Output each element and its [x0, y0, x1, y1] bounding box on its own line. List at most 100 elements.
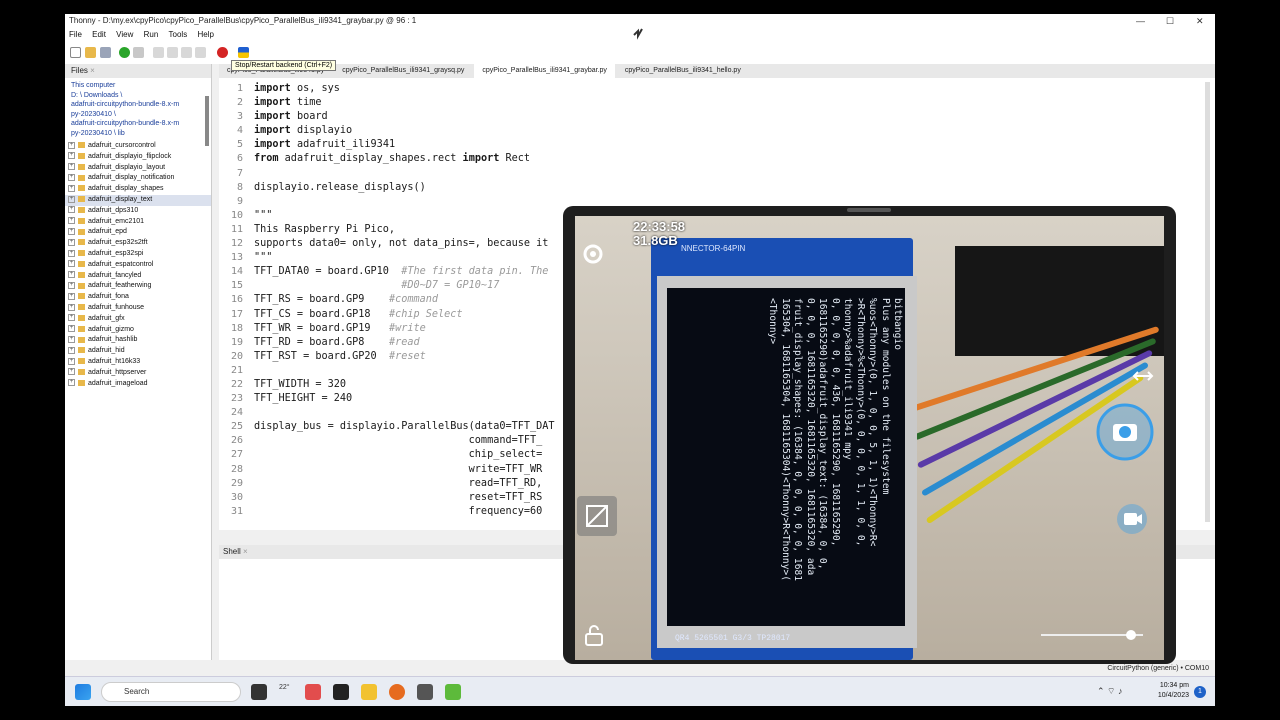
path-segment[interactable]: D: \ Downloads \	[71, 91, 205, 101]
close-button[interactable]: ✕	[1196, 14, 1204, 28]
code-line[interactable]: write=TFT_WR	[254, 463, 555, 477]
expand-icon[interactable]: +	[68, 292, 75, 300]
step-into-icon[interactable]	[167, 47, 178, 58]
menu-tools[interactable]: Tools	[165, 28, 192, 42]
code-line[interactable]: This Raspberry Pi Pico,	[254, 223, 555, 237]
stop-icon[interactable]	[217, 47, 228, 58]
code-line[interactable]: import os, sys	[254, 82, 555, 96]
path-segment[interactable]: adafruit-circuitpython-bundle-8.x-m	[71, 119, 205, 129]
resume-icon[interactable]	[195, 47, 206, 58]
expand-icon[interactable]: +	[68, 336, 75, 343]
file-list-item[interactable]: + adafruit_esp32s2tft	[65, 238, 211, 249]
code-line[interactable]: supports data0= only, not data_pins=, be…	[254, 237, 555, 251]
menu-file[interactable]: File	[65, 28, 86, 42]
expand-icon[interactable]: +	[68, 163, 75, 171]
tab-graybar[interactable]: cpyPico_ParallelBus_ili9341_graybar.py	[474, 64, 615, 78]
expand-icon[interactable]: +	[68, 228, 75, 236]
keyboard-icon[interactable]	[663, 21, 687, 43]
code-line[interactable]: import board	[254, 110, 555, 124]
code-line[interactable]: TFT_WIDTH = 320	[254, 378, 555, 392]
run-icon[interactable]	[119, 47, 130, 58]
code-line[interactable]	[254, 364, 555, 378]
support-ukraine-icon[interactable]	[238, 47, 249, 58]
code-line[interactable]	[254, 167, 555, 181]
file-list-item[interactable]: + adafruit_displayio_layout	[65, 163, 211, 174]
files-tab[interactable]: Files ×	[65, 64, 211, 78]
unlock-icon[interactable]	[581, 622, 607, 648]
tab-graysq[interactable]: cpyPico_ParallelBus_ili9341_graysq.py	[334, 64, 472, 78]
tray-icons[interactable]: ⌃ ⌔ ♪	[1097, 686, 1123, 697]
menu-help[interactable]: Help	[193, 28, 217, 42]
editor-scrollbar[interactable]	[1205, 82, 1210, 522]
expand-icon[interactable]: +	[68, 217, 75, 225]
exposure-icon[interactable]	[577, 496, 617, 536]
file-list-item[interactable]: + adafruit_display_text	[65, 194, 211, 206]
code-line[interactable]: read=TFT_RD,	[254, 477, 555, 491]
code-line[interactable]: chip_select=	[254, 448, 555, 462]
code-line[interactable]: #D0~D7 = GP10~17	[254, 279, 555, 293]
code-line[interactable]: frequency=60	[254, 505, 555, 519]
code-line[interactable]: TFT_DATA0 = board.GP10 #The first data p…	[254, 265, 555, 279]
file-list-item[interactable]: + adafruit_httpserver	[65, 368, 211, 379]
file-list-item[interactable]: + adafruit_gizmo	[65, 325, 211, 336]
file-explorer-icon[interactable]	[361, 684, 377, 700]
minimize-button[interactable]: —	[1136, 14, 1145, 28]
notepad-icon[interactable]	[445, 684, 461, 700]
code-line[interactable]: """	[254, 251, 555, 265]
task-view-icon[interactable]	[251, 684, 267, 700]
code-text[interactable]: import os, sys import time import board imp…	[254, 82, 555, 519]
expand-icon[interactable]: +	[68, 282, 75, 290]
path-segment[interactable]: py-20230410 \ lib	[71, 129, 205, 139]
save-file-icon[interactable]	[100, 47, 111, 58]
notification-badge[interactable]: 1	[1194, 686, 1206, 698]
camera-settings-icon[interactable]	[579, 240, 607, 268]
expand-icon[interactable]: +	[68, 325, 75, 333]
file-list-item[interactable]: + adafruit_espatcontrol	[65, 260, 211, 271]
expand-icon[interactable]: +	[68, 271, 75, 279]
file-list-item[interactable]: + adafruit_displayio_flipclock	[65, 152, 211, 163]
expand-icon[interactable]: +	[68, 141, 75, 149]
code-line[interactable]: TFT_RD = board.GP8 #read	[254, 336, 555, 350]
file-list-item[interactable]: + adafruit_funhouse	[65, 303, 211, 314]
menu-view[interactable]: View	[112, 28, 137, 42]
code-line[interactable]	[254, 195, 555, 209]
camera-shutter-icon[interactable]	[1095, 402, 1155, 462]
file-list-item[interactable]: + adafruit_display_notification	[65, 173, 211, 184]
file-list-item[interactable]: + adafruit_emc2101	[65, 217, 211, 228]
menu-run[interactable]: Run	[140, 28, 163, 42]
terminal-icon[interactable]	[333, 684, 349, 700]
file-list-item[interactable]: + adafruit_imageload	[65, 379, 211, 390]
code-line[interactable]: import adafruit_ili9341	[254, 138, 555, 152]
code-line[interactable]: from adafruit_display_shapes.rect import…	[254, 152, 555, 166]
interpreter-status[interactable]: CircuitPython (generic) • COM10	[1107, 665, 1209, 672]
code-line[interactable]: reset=TFT_RS	[254, 491, 555, 505]
expand-icon[interactable]: +	[68, 195, 75, 203]
code-line[interactable]: """	[254, 209, 555, 223]
open-file-icon[interactable]	[85, 47, 96, 58]
new-file-icon[interactable]	[70, 47, 81, 58]
step-out-icon[interactable]	[181, 47, 192, 58]
code-line[interactable]: TFT_CS = board.GP18 #chip Select	[254, 308, 555, 322]
file-list-item[interactable]: + adafruit_featherwing	[65, 281, 211, 292]
file-list-item[interactable]: + adafruit_cursorcontrol	[65, 141, 211, 152]
expand-icon[interactable]: +	[68, 368, 75, 376]
code-line[interactable]: TFT_RS = board.GP9 #command	[254, 293, 555, 307]
expand-icon[interactable]: +	[68, 379, 75, 387]
file-list-item[interactable]: + adafruit_display_shapes	[65, 184, 211, 195]
expand-icon[interactable]: +	[68, 357, 75, 365]
expand-icon[interactable]: +	[68, 314, 75, 322]
zoom-slider[interactable]	[1041, 630, 1143, 640]
remote-connect-icon[interactable]	[627, 21, 649, 43]
file-list-item[interactable]: + adafruit_ht16k33	[65, 357, 211, 368]
file-list-item[interactable]: + adafruit_hid	[65, 346, 211, 357]
file-list-item[interactable]: + adafruit_fancyled	[65, 271, 211, 282]
firefox-icon[interactable]	[389, 684, 405, 700]
video-record-icon[interactable]	[1115, 502, 1149, 536]
zoom-slider-knob[interactable]	[1125, 630, 1136, 640]
code-line[interactable]: command=TFT_	[254, 434, 555, 448]
expand-icon[interactable]: +	[68, 303, 75, 311]
file-list-item[interactable]: + adafruit_dps310	[65, 206, 211, 217]
weather-icon[interactable]: 22°	[279, 684, 295, 700]
menu-edit[interactable]: Edit	[88, 28, 110, 42]
file-list-item[interactable]: + adafruit_gfx	[65, 314, 211, 325]
